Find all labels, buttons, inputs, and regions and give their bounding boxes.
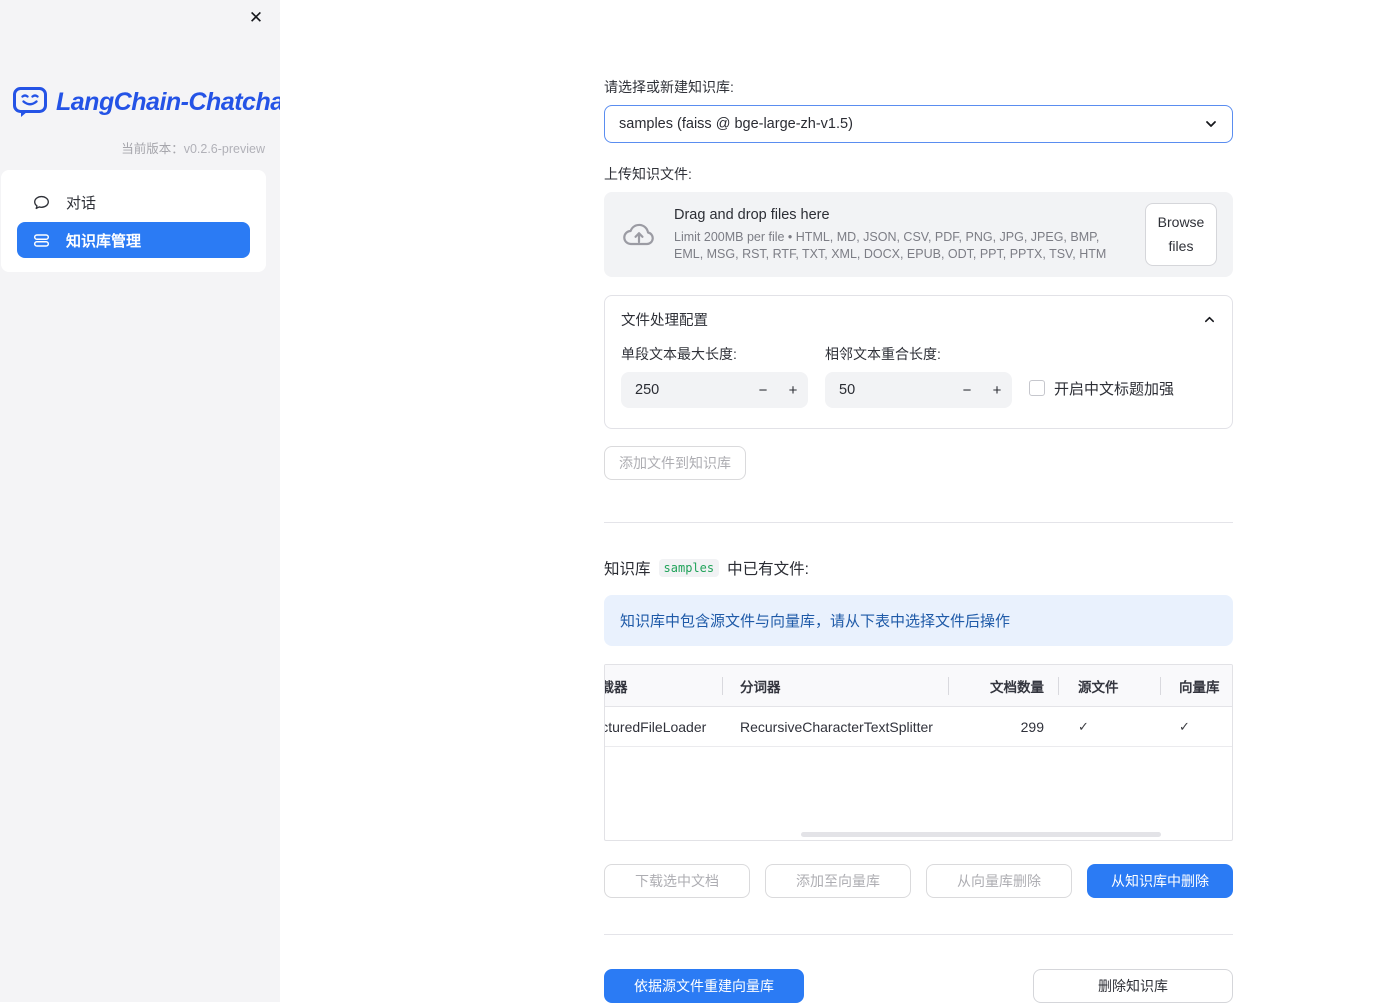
table-horizontal-scrollbar[interactable] (801, 832, 1161, 837)
cloud-upload-icon (623, 223, 654, 245)
zh-title-enhance-label: 开启中文标题加强 (1054, 380, 1175, 398)
sidebar-item-label: 对话 (66, 194, 97, 212)
kb-files-heading: 知识库 samples 中已有文件: (604, 557, 1233, 579)
sidebar-item-label: 知识库管理 (66, 232, 142, 250)
kb-select[interactable]: samples (faiss @ bge-large-zh-v1.5) (604, 105, 1233, 143)
delete-from-kb-button[interactable]: 从知识库中删除 (1087, 864, 1233, 898)
sidebar: ✕ LangChain-Chatchat 当前版本：v0.2.6-preview… (0, 0, 292, 1002)
chevron-down-icon (1206, 121, 1216, 127)
add-to-vector-store-button[interactable]: 添加至向量库 (765, 864, 911, 898)
kb-select-label: 请选择或新建知识库: (604, 79, 734, 95)
chunk-size-decrement-button[interactable]: − (748, 372, 778, 408)
column-header-vector-store[interactable]: 向量库 (1161, 665, 1232, 706)
overlap-size-stepper: − + (825, 372, 1012, 408)
dropzone-texts: Drag and drop files here Limit 200MB per… (674, 207, 1129, 262)
sidebar-item-dialogue[interactable]: 对话 (17, 184, 250, 220)
chunk-size-group: 单段文本最大长度: − + (621, 344, 808, 408)
overlap-size-input[interactable] (825, 382, 952, 398)
browse-files-button[interactable]: Browse files (1145, 203, 1217, 266)
app-logo: LangChain-Chatchat (12, 86, 292, 118)
column-header-doc-count[interactable]: 文档数量 (949, 665, 1059, 706)
add-files-to-kb-button[interactable]: 添加文件到知识库 (604, 446, 746, 480)
overlap-size-decrement-button[interactable]: − (952, 372, 982, 408)
delete-kb-button[interactable]: 删除知识库 (1033, 969, 1233, 1003)
overlap-size-group: 相邻文本重合长度: − + (825, 344, 1012, 408)
version-label: 当前版本： (121, 142, 184, 156)
dropzone-title: Drag and drop files here (674, 207, 830, 224)
cell-vector-store-check[interactable]: ✓ (1161, 707, 1232, 746)
table-row[interactable]: UnstructuredFileLoader RecursiveCharacte… (605, 707, 1232, 747)
kb-files-prefix: 知识库 (604, 561, 651, 578)
file-config-expander: 文件处理配置 单段文本最大长度: − + 相邻文本重合长度: (604, 295, 1233, 429)
sidebar-item-knowledge-base[interactable]: 知识库管理 (17, 222, 250, 258)
version-value: v0.2.6-preview (183, 142, 265, 156)
download-selected-button[interactable]: 下载选中文档 (604, 864, 750, 898)
column-header-source-file[interactable]: 源文件 (1059, 665, 1161, 706)
files-table-header: 文档加载器 分词器 文档数量 源文件 向量库 (605, 665, 1232, 707)
chunk-size-stepper: − + (621, 372, 808, 408)
collection-icon (33, 233, 50, 247)
chunk-size-input[interactable] (621, 382, 748, 398)
delete-from-vector-store-button[interactable]: 从向量库删除 (926, 864, 1072, 898)
zh-title-enhance-checkbox-row[interactable]: 开启中文标题加强 (1029, 378, 1174, 399)
files-table[interactable]: 文档加载器 分词器 文档数量 源文件 向量库 UnstructuredFileL… (604, 664, 1233, 841)
cell-splitter[interactable]: RecursiveCharacterTextSplitter (723, 707, 949, 746)
kb-select-value: samples (faiss @ bge-large-zh-v1.5) (619, 116, 853, 132)
divider (604, 522, 1233, 523)
column-header-splitter[interactable]: 分词器 (723, 665, 949, 706)
overlap-size-label: 相邻文本重合长度: (825, 346, 941, 362)
column-header-loader[interactable]: 文档加载器 (605, 665, 723, 706)
cell-doc-count[interactable]: 299 (949, 707, 1059, 746)
rebuild-vector-store-button[interactable]: 依据源文件重建向量库 (604, 969, 804, 1003)
sidebar-nav: 对话 知识库管理 (1, 170, 266, 272)
dropzone-limit-text: Limit 200MB per file • HTML, MD, JSON, C… (674, 230, 1107, 261)
checkbox-unchecked-icon[interactable] (1029, 380, 1045, 396)
overlap-size-increment-button[interactable]: + (982, 372, 1012, 408)
file-config-title: 文件处理配置 (621, 313, 708, 329)
cell-loader[interactable]: UnstructuredFileLoader (605, 707, 723, 746)
chunk-size-increment-button[interactable]: + (778, 372, 808, 408)
chevron-up-icon (1204, 316, 1215, 323)
version-text: 当前版本：v0.2.6-preview (121, 138, 265, 157)
chat-smiley-logo-icon (13, 87, 47, 117)
upload-label: 上传知识文件: (604, 166, 692, 182)
main-area: 请选择或新建知识库: samples (faiss @ bge-large-zh… (280, 0, 1380, 1003)
file-config-body: 单段文本最大长度: − + 相邻文本重合长度: − + (605, 340, 1232, 428)
app-title: LangChain-Chatchat (56, 87, 292, 116)
kb-name-chip: samples (658, 559, 720, 577)
info-alert: 知识库中包含源文件与向量库，请从下表中选择文件后操作 (604, 595, 1233, 646)
zh-title-enhance-group: 开启中文标题加强 (1029, 344, 1216, 408)
file-dropzone[interactable]: Drag and drop files here Limit 200MB per… (604, 192, 1233, 277)
cell-source-file-check[interactable]: ✓ (1059, 707, 1161, 746)
kb-files-suffix: 中已有文件: (727, 561, 809, 578)
kb-footer-actions: 依据源文件重建向量库 删除知识库 (604, 969, 1233, 1003)
file-config-expander-header[interactable]: 文件处理配置 (605, 296, 1232, 340)
chat-bubble-icon (34, 195, 49, 209)
files-table-inner: 文档加载器 分词器 文档数量 源文件 向量库 UnstructuredFileL… (605, 665, 1232, 747)
chunk-size-label: 单段文本最大长度: (621, 346, 737, 362)
close-sidebar-icon[interactable]: ✕ (244, 6, 268, 30)
divider (604, 934, 1233, 935)
file-actions: 下载选中文档 添加至向量库 从向量库删除 从知识库中删除 (604, 864, 1233, 898)
